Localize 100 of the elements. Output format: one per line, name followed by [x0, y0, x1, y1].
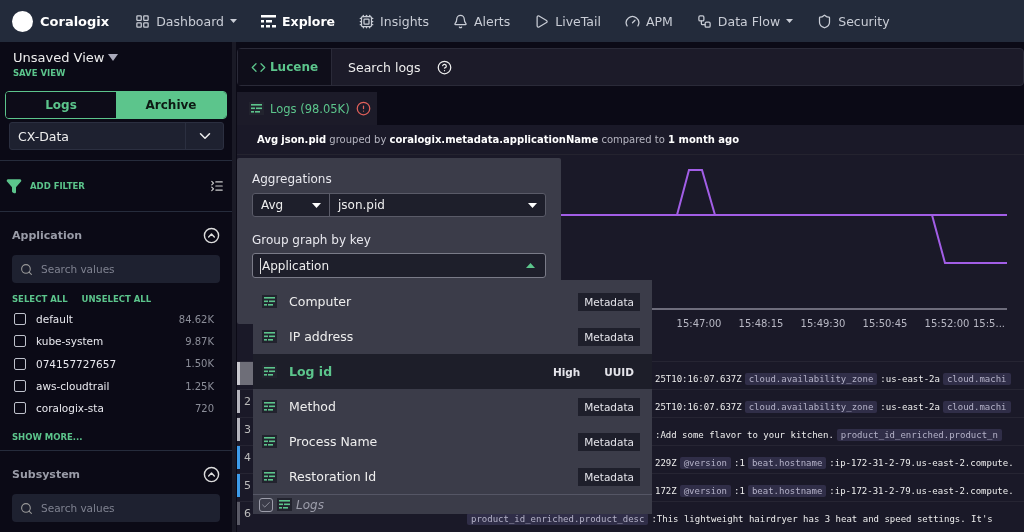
- results-tab[interactable]: Logs (98.05K): [237, 92, 377, 125]
- checkbox[interactable]: [14, 335, 26, 348]
- field-icon: [277, 498, 292, 511]
- function-dropdown[interactable]: Avg: [253, 194, 329, 216]
- field-key[interactable]: cloud.availability_zone: [744, 401, 878, 413]
- field-icon: [262, 330, 277, 343]
- log-text: 25T10:16:07.637Z: [655, 402, 742, 412]
- option-item[interactable]: IP address Metadata: [253, 319, 652, 354]
- section-title: Application: [12, 228, 83, 242]
- field-key[interactable]: @version: [679, 457, 732, 469]
- aggregations-label: Aggregations: [252, 172, 333, 186]
- field-icon: [262, 435, 277, 448]
- field-key[interactable]: product_id_enriched.product_n: [836, 429, 1002, 441]
- query-mode-button[interactable]: Lucene: [238, 49, 332, 85]
- filter-value-count: 1.25K: [185, 380, 214, 392]
- field-dropdown[interactable]: json.pid: [329, 194, 545, 216]
- show-more-link[interactable]: SHOW MORE...: [12, 432, 220, 443]
- gauge-icon: [624, 13, 640, 29]
- field-key[interactable]: @version: [679, 485, 732, 497]
- nav-link[interactable]: LiveTail: [534, 13, 601, 29]
- option-item[interactable]: Process Name Metadata: [253, 424, 652, 459]
- tag: Metadata: [578, 432, 640, 451]
- field-key[interactable]: cloud.machi: [942, 373, 1011, 385]
- log-text: :ip-172-31-2-79.us-east-2.compute.: [829, 458, 1014, 468]
- search-icon: [20, 502, 33, 515]
- tag: UUID: [598, 362, 640, 381]
- grid-icon: [135, 13, 151, 29]
- axis-tick-label: 15:48:15: [738, 318, 784, 329]
- select-all-link[interactable]: SELECT ALL: [12, 294, 68, 304]
- field-icon: [262, 400, 277, 413]
- axis-tick-label: 15:50:45: [862, 318, 908, 329]
- checkbox[interactable]: [14, 313, 26, 326]
- nav-link[interactable]: APM: [624, 13, 673, 29]
- shield-icon: [817, 13, 833, 29]
- log-text: :us-east-2a: [880, 374, 940, 384]
- nav-link[interactable]: Security: [817, 13, 890, 29]
- caret-icon: [528, 202, 537, 208]
- save-view-link[interactable]: SAVE VIEW: [13, 68, 219, 78]
- axis-tick-label: 15:47:00: [676, 318, 722, 329]
- option-item[interactable]: Computer Metadata: [253, 284, 652, 319]
- list-blocks-icon: [261, 14, 277, 28]
- checkbox[interactable]: [14, 380, 26, 393]
- play-icon: [534, 13, 550, 29]
- add-filter-link[interactable]: ADD FILTER: [30, 181, 202, 191]
- collapse-icon[interactable]: [210, 179, 224, 193]
- checkbox[interactable]: [14, 357, 26, 370]
- log-text: :1: [734, 458, 745, 468]
- footer-label: Logs: [296, 497, 324, 512]
- unselect-all-link[interactable]: UNSELECT ALL: [81, 294, 152, 304]
- filter-value-label: default: [36, 313, 74, 326]
- view-title[interactable]: Unsaved View: [13, 50, 219, 65]
- alert-icon: [355, 101, 371, 116]
- check-icon: [261, 499, 271, 510]
- axis-tick-label: 15:5...: [973, 318, 1005, 329]
- collapse-chevron-icon[interactable]: [203, 226, 220, 244]
- nav-link[interactable]: Insights: [359, 13, 429, 29]
- bell-icon: [453, 13, 468, 29]
- axis-tick-label: 15:49:30: [800, 318, 846, 329]
- caret-up-icon: [526, 263, 535, 268]
- caret-icon: [312, 202, 321, 208]
- section-title: Subsystem: [12, 468, 81, 481]
- field-key[interactable]: cloud.availability_zone: [744, 373, 878, 385]
- tag: Metadata: [578, 327, 640, 346]
- funnel-icon: [6, 178, 22, 194]
- log-text: 25T10:16:07.637Z: [655, 374, 742, 384]
- field-key[interactable]: beat.hostname: [747, 457, 827, 469]
- search-field[interactable]: Search logs: [346, 58, 432, 76]
- tag: Metadata: [578, 467, 640, 486]
- help-icon: [437, 59, 452, 75]
- group-key-input[interactable]: Application: [260, 257, 460, 274]
- group-key-field[interactable]: Application: [252, 253, 546, 278]
- tag: High: [546, 362, 587, 381]
- filter-value-count: 84.62K: [178, 313, 214, 325]
- filter-value-count: 720: [194, 402, 214, 414]
- filter-value-label: kube-system: [36, 335, 105, 348]
- logo-icon[interactable]: [12, 10, 33, 32]
- nav-link[interactable]: Data Flow: [696, 13, 794, 29]
- option-item[interactable]: Restoration Id Metadata: [253, 459, 652, 494]
- toggle-button[interactable]: Archive: [116, 92, 226, 118]
- summary-text: Avg json.pid grouped by coralogix.metadata.applicationName compared to 1 month ago: [237, 125, 1024, 155]
- field-key[interactable]: cloud.machi: [942, 401, 1011, 413]
- checkbox[interactable]: [259, 497, 273, 512]
- caret-icon: [108, 54, 119, 61]
- log-text: 172Z: [655, 486, 677, 496]
- filter-value-label: coralogix-sta: [36, 402, 105, 415]
- nav-link[interactable]: Dashboard: [135, 13, 238, 29]
- field-key[interactable]: beat.hostname: [747, 485, 827, 497]
- collapse-chevron-icon[interactable]: [203, 466, 220, 483]
- brand-name: Coralogix: [40, 13, 110, 29]
- filter-value-count: 9.87K: [185, 335, 214, 347]
- checkbox[interactable]: [14, 402, 26, 415]
- tag: Metadata: [578, 292, 640, 311]
- list-blocks-icon: [249, 102, 264, 115]
- option-item[interactable]: Log id High UUID: [253, 354, 652, 389]
- nav-link[interactable]: Alerts: [453, 13, 511, 29]
- nav-link[interactable]: Explore: [261, 13, 336, 29]
- option-item[interactable]: Method Metadata: [253, 389, 652, 424]
- filter-value-label: 074157727657: [36, 357, 118, 370]
- dataset-select[interactable]: CX-Data: [9, 122, 224, 150]
- log-text: 229Z: [655, 458, 677, 468]
